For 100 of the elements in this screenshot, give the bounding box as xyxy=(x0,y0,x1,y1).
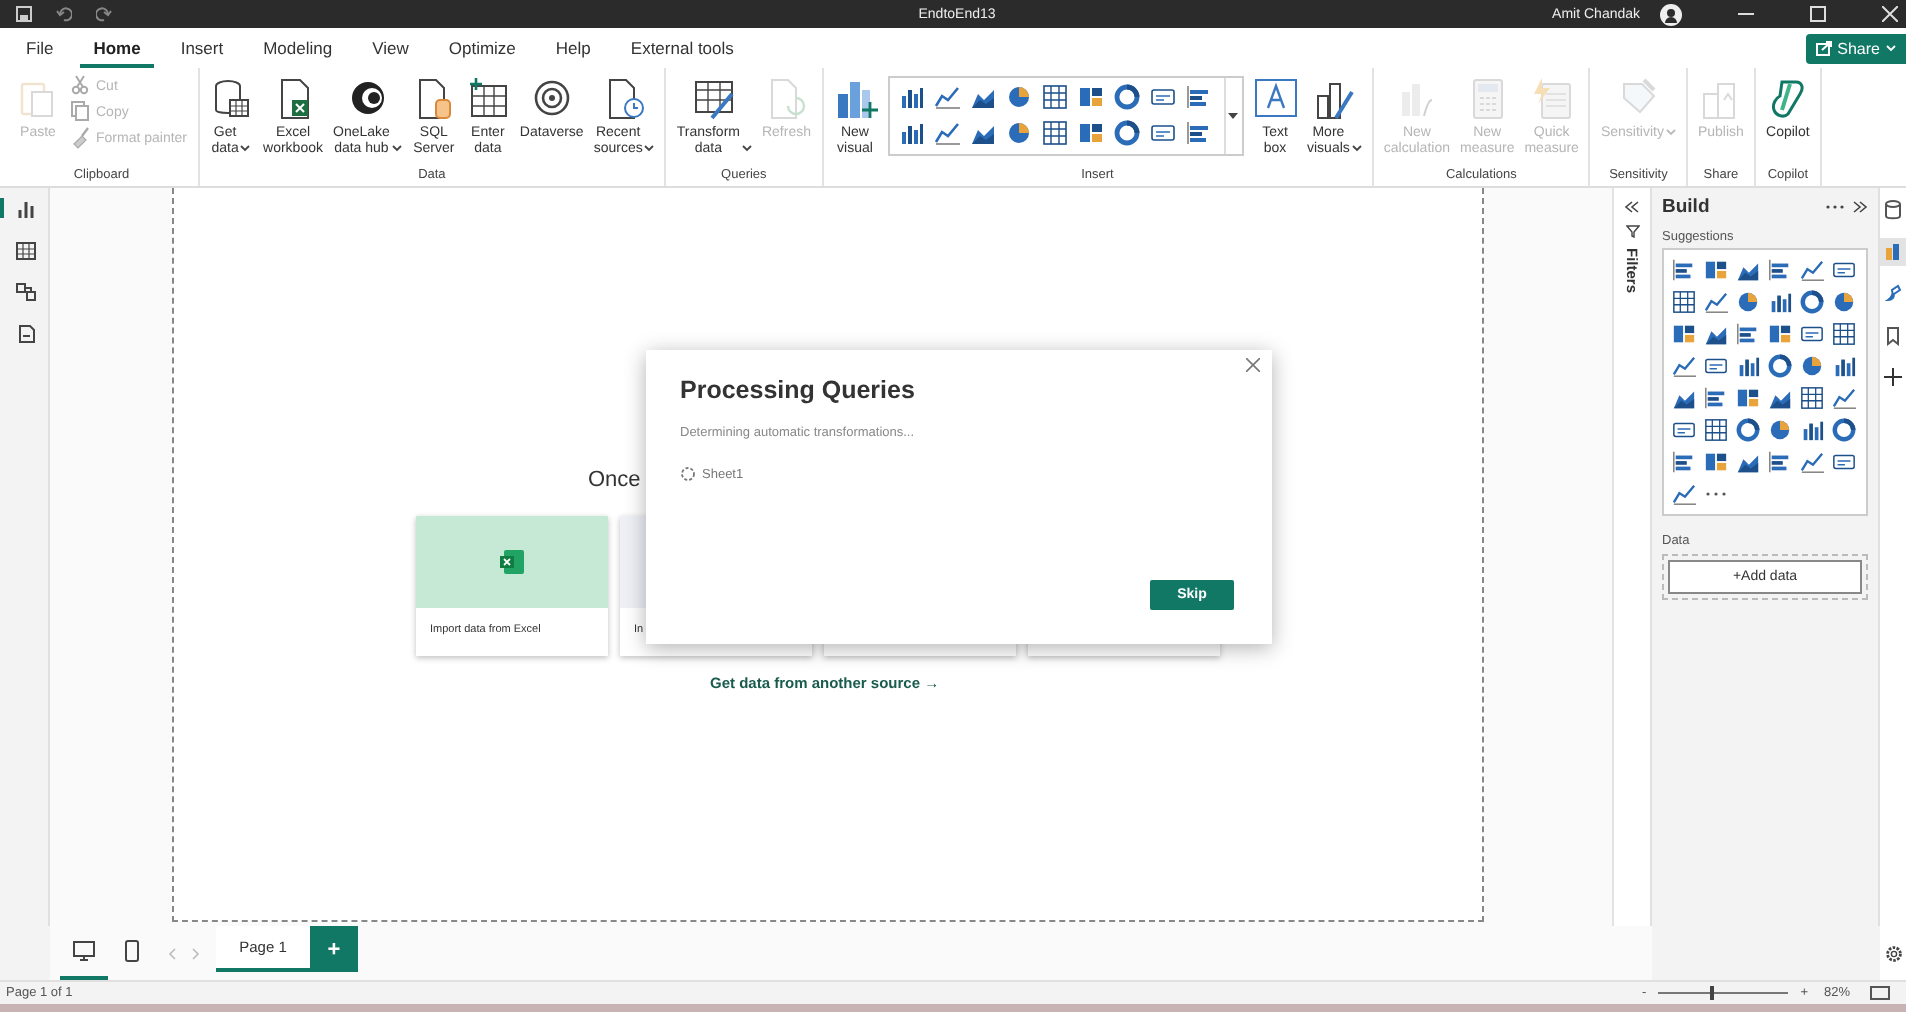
menu-tab[interactable]: Help xyxy=(541,28,605,68)
avatar-icon[interactable] xyxy=(1660,3,1683,25)
add-page-button[interactable]: + xyxy=(310,926,358,972)
visual-type-icon[interactable] xyxy=(1768,322,1792,346)
visual-type-icon[interactable] xyxy=(1113,120,1139,146)
table-icon[interactable] xyxy=(16,240,36,260)
visual-type-icon[interactable] xyxy=(1185,84,1211,110)
visual-type-icon[interactable] xyxy=(1672,290,1696,314)
table-pencil-icon xyxy=(692,76,737,120)
visual-type-icon[interactable] xyxy=(1704,258,1728,282)
visual-type-icon[interactable] xyxy=(1672,354,1696,378)
visual-type-icon[interactable] xyxy=(1672,450,1696,474)
visual-type-icon[interactable] xyxy=(1704,354,1728,378)
expand-icon[interactable] xyxy=(1852,200,1868,214)
share-button[interactable]: Share xyxy=(1805,33,1906,63)
redo-icon[interactable] xyxy=(96,6,112,22)
visual-type-icon[interactable] xyxy=(1800,450,1824,474)
add-icon[interactable] xyxy=(1884,368,1902,388)
undo-icon[interactable] xyxy=(56,6,72,22)
visual-type-icon[interactable] xyxy=(1672,418,1696,442)
menu-tab[interactable]: Optimize xyxy=(434,28,530,68)
collapse-icon[interactable] xyxy=(1624,200,1640,214)
visual-type-icon[interactable] xyxy=(1800,290,1824,314)
visual-type-icon[interactable] xyxy=(1005,84,1031,110)
visual-type-icon[interactable] xyxy=(1704,322,1728,346)
visual-type-icon[interactable] xyxy=(1704,418,1728,442)
bar-chart-plus-icon xyxy=(833,76,877,120)
share-icon xyxy=(1815,40,1832,56)
menu-tab[interactable]: External tools xyxy=(616,28,748,68)
format-icon[interactable] xyxy=(1884,242,1902,262)
caret-icon xyxy=(644,144,655,152)
visual-type-icon[interactable] xyxy=(1704,450,1728,474)
visual-type-icon[interactable] xyxy=(1800,258,1824,282)
visual-type-icon[interactable] xyxy=(1704,290,1728,314)
visual-type-icon[interactable] xyxy=(1768,290,1792,314)
visual-type-icon[interactable] xyxy=(933,84,959,110)
visual-type-icon[interactable] xyxy=(1800,418,1824,442)
visual-type-icon[interactable] xyxy=(1672,258,1696,282)
visual-type-icon[interactable] xyxy=(1832,258,1856,282)
visual-type-icon[interactable] xyxy=(1736,450,1760,474)
visual-type-icon[interactable] xyxy=(1832,354,1856,378)
visual-type-icon[interactable] xyxy=(1800,354,1824,378)
visual-type-icon[interactable] xyxy=(1672,322,1696,346)
pane-title: Build xyxy=(1662,196,1710,218)
menu-tab[interactable]: Modeling xyxy=(249,28,347,68)
caret-icon xyxy=(741,144,752,152)
visual-type-icon[interactable] xyxy=(1077,84,1103,110)
visual-type-icon[interactable] xyxy=(1832,450,1856,474)
menu-tab[interactable]: File xyxy=(12,28,68,68)
monitor-icon[interactable] xyxy=(72,940,96,962)
visual-type-icon[interactable] xyxy=(1736,258,1760,282)
visual-type-icon[interactable] xyxy=(1113,84,1139,110)
settings-icon[interactable] xyxy=(1883,943,1903,963)
visual-type-icon[interactable] xyxy=(1768,418,1792,442)
visual-type-icon[interactable] xyxy=(1005,120,1031,146)
visual-type-icon[interactable] xyxy=(1832,418,1856,442)
slider-thumb[interactable] xyxy=(1710,986,1715,1000)
phone-icon[interactable] xyxy=(120,940,144,962)
database-icon xyxy=(209,76,254,120)
visual-type-icon[interactable] xyxy=(1672,386,1696,410)
visual-type-icon[interactable] xyxy=(1768,450,1792,474)
visual-type-icon[interactable] xyxy=(1736,386,1760,410)
menu-tab[interactable]: Insert xyxy=(166,28,238,68)
visual-type-icon[interactable] xyxy=(1672,482,1696,506)
visual-type-icon[interactable] xyxy=(1077,120,1103,146)
visual-type-icon[interactable] xyxy=(1768,258,1792,282)
database-icon[interactable] xyxy=(1884,200,1902,220)
visual-type-icon[interactable] xyxy=(1736,354,1760,378)
visual-type-icon[interactable] xyxy=(1736,322,1760,346)
text-box-icon xyxy=(1253,76,1297,120)
save-icon[interactable] xyxy=(16,6,32,22)
query-icon[interactable] xyxy=(16,324,36,344)
paint-icon[interactable] xyxy=(1884,284,1902,304)
visual-type-icon[interactable] xyxy=(1149,84,1175,110)
visual-type-icon[interactable] xyxy=(1832,290,1856,314)
visual-type-icon[interactable] xyxy=(1041,120,1067,146)
report-icon[interactable] xyxy=(16,198,36,218)
fit-page-icon[interactable] xyxy=(1870,986,1890,1000)
visual-type-icon[interactable] xyxy=(1832,386,1856,410)
more-icon[interactable] xyxy=(1826,204,1844,210)
visual-type-icon[interactable] xyxy=(1832,322,1856,346)
visual-type-icon[interactable] xyxy=(1800,386,1824,410)
visual-type-icon[interactable] xyxy=(1704,386,1728,410)
caret-icon[interactable] xyxy=(1228,112,1238,120)
bookmark-icon[interactable] xyxy=(1884,326,1902,346)
visual-type-icon[interactable] xyxy=(1041,84,1067,110)
visual-type-icon[interactable] xyxy=(1768,354,1792,378)
visual-type-icon[interactable] xyxy=(1185,120,1211,146)
model-icon[interactable] xyxy=(16,282,36,302)
visual-type-icon[interactable] xyxy=(933,120,959,146)
maximize-icon[interactable] xyxy=(1810,6,1827,22)
visual-type-icon[interactable] xyxy=(897,84,923,110)
visual-type-icon[interactable] xyxy=(1768,386,1792,410)
menu-tab[interactable]: View xyxy=(358,28,423,68)
caret-icon xyxy=(240,144,251,152)
visual-type-icon[interactable] xyxy=(1736,290,1760,314)
visual-type-icon[interactable] xyxy=(897,120,923,146)
visual-type-icon[interactable] xyxy=(1149,120,1175,146)
visual-type-icon[interactable] xyxy=(1800,322,1824,346)
visual-type-icon[interactable] xyxy=(1736,418,1760,442)
